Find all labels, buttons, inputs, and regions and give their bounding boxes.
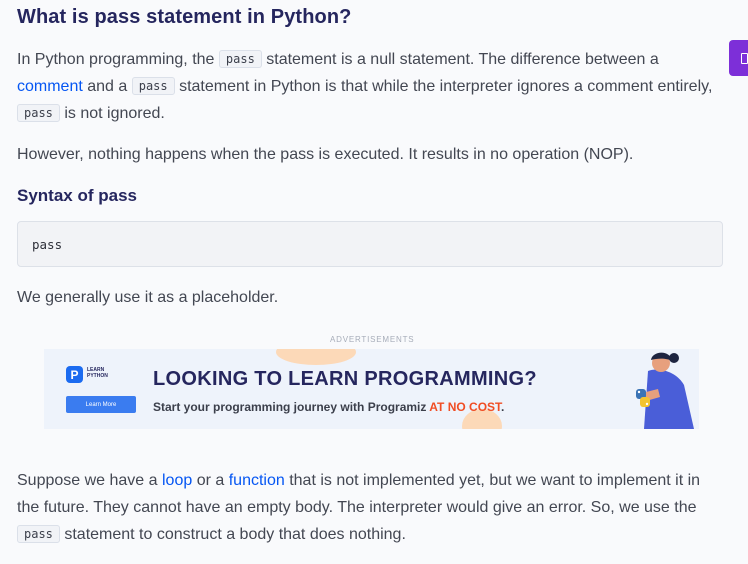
ad-banner[interactable]: P LEARN PYTHON Learn More LOOKING TO LEA… <box>44 349 699 429</box>
logo-line-2: PYTHON <box>87 373 108 379</box>
intro-text-3: and a <box>82 78 132 95</box>
inline-code-pass: pass <box>218 50 262 68</box>
inline-code-pass: pass <box>17 104 60 122</box>
intro-text-1: In Python programming, the <box>17 51 219 68</box>
logo-text: LEARN PYTHON <box>87 367 127 379</box>
syntax-heading: Syntax of pass <box>17 186 137 205</box>
implementation-paragraph: Suppose we have a loop or a function tha… <box>17 467 717 548</box>
woman-with-python-logo-illustration <box>636 352 694 429</box>
ad-subtext: Start your programming journey with Prog… <box>153 400 504 414</box>
inline-code-pass: pass <box>17 525 60 543</box>
placeholder-paragraph: We generally use it as a placeholder. <box>17 289 279 306</box>
code-block: pass <box>17 221 723 267</box>
impl-text-1: Suppose we have a <box>17 472 162 489</box>
comment-link[interactable]: comment <box>17 78 83 95</box>
decor-blob <box>276 349 356 365</box>
page-title: What is pass statement in Python? <box>17 6 352 28</box>
function-link[interactable]: function <box>229 472 285 489</box>
programiz-logo-icon: P <box>66 366 83 383</box>
advertisements-label: ADVERTISEMENTS <box>330 335 415 344</box>
nop-paragraph: However, nothing happens when the pass i… <box>17 146 634 163</box>
ad-subtext-end: . <box>501 400 505 414</box>
code-block-text: pass <box>32 237 63 252</box>
loop-link[interactable]: loop <box>162 472 192 489</box>
intro-text-5: is not ignored. <box>59 105 165 122</box>
copy-icon <box>741 53 748 64</box>
learn-more-button[interactable]: Learn More <box>66 396 136 413</box>
inline-code-pass: pass <box>131 77 175 95</box>
intro-text-4: statement in Python is that while the in… <box>174 78 713 95</box>
ad-subtext-main: Start your programming journey with Prog… <box>153 400 430 414</box>
ad-subtext-accent: AT NO COST <box>429 400 502 414</box>
ad-headline: LOOKING TO LEARN PROGRAMMING? <box>153 368 537 390</box>
intro-paragraph: In Python programming, the pass statemen… <box>17 46 717 127</box>
intro-text-2: statement is a null statement. The diffe… <box>261 51 659 68</box>
feedback-side-tab[interactable] <box>729 40 748 76</box>
impl-text-2: or a <box>192 472 229 489</box>
impl-text-4: statement to construct a body that does … <box>59 526 406 543</box>
